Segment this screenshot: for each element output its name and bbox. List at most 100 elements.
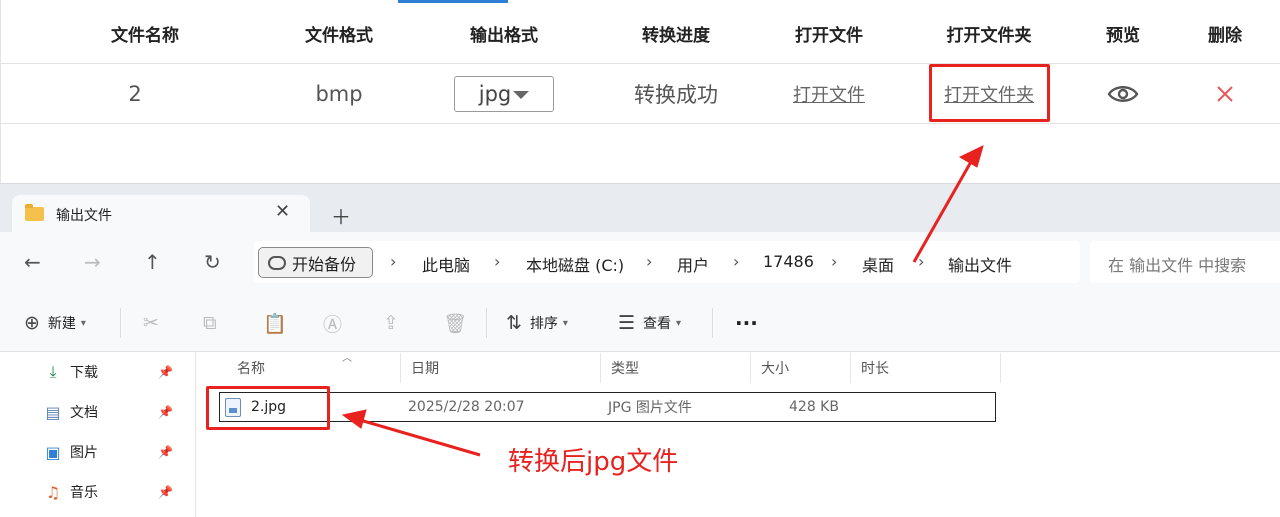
search-input[interactable]: 在 输出文件 中搜索: [1090, 241, 1280, 283]
chevron-down-icon: ▾: [80, 317, 86, 329]
open-file-cell: 打开文件: [769, 65, 889, 123]
picture-icon: ▣: [45, 442, 61, 462]
sort-label: 排序: [529, 316, 558, 332]
sidebar-item-label: 文档: [70, 405, 98, 421]
annotation-label: 转换后jpg文件: [508, 447, 679, 477]
output-format-value: jpg: [478, 82, 512, 106]
navigation-pane: ⤓ 下载 📌 ▤ 文档 📌 ▣ 图片 📌 ♫ 音乐 📌: [0, 353, 196, 517]
open-file-link[interactable]: 打开文件: [793, 81, 865, 107]
conversion-status: 转换成功: [634, 83, 718, 107]
sidebar-item-pictures[interactable]: ▣ 图片: [44, 441, 98, 463]
toolbar-divider: [486, 308, 487, 338]
delete-button[interactable]: 🗑: [443, 294, 475, 352]
search-placeholder: 在 输出文件 中搜索: [1108, 256, 1247, 275]
table-row: 2 bmp jpg 转换成功 打开文件 打开文件夹: [0, 65, 1280, 124]
file-format-cell: bmp: [315, 82, 363, 106]
breadcrumb-separator-icon: ›: [494, 252, 501, 271]
column-header-name[interactable]: ︿ 名称: [227, 353, 401, 383]
paste-button[interactable]: 📋: [263, 294, 295, 352]
breadcrumb-separator-icon: ›: [918, 252, 925, 271]
backup-label: 开始备份: [292, 254, 357, 274]
delete-cell: [1195, 65, 1255, 123]
table-row[interactable]: 2.jpg 2025/2/28 20:07 JPG 图片文件 428 KB: [219, 392, 996, 422]
pin-icon[interactable]: 📌: [158, 405, 173, 419]
start-backup-button[interactable]: 开始备份: [258, 247, 373, 278]
more-options-icon[interactable]: ···: [735, 294, 758, 352]
column-header-date[interactable]: 日期: [401, 353, 601, 383]
breadcrumb-output-folder[interactable]: 输出文件: [948, 252, 1012, 276]
chevron-down-icon: ▾: [562, 317, 568, 329]
pin-icon[interactable]: 📌: [158, 445, 173, 459]
col-header-output-format: 输出格式: [470, 26, 538, 46]
column-header-duration[interactable]: 时长: [851, 353, 1001, 383]
plus-circle-icon: ⊕: [24, 312, 40, 334]
file-list: ︿ 名称 日期 类型 大小 时长 2.jpg 2025/2/28 20:07 J…: [197, 353, 1280, 517]
pin-icon[interactable]: 📌: [158, 365, 173, 379]
view-lines-icon: ☰: [618, 312, 636, 334]
column-header-label: 大小: [761, 361, 789, 377]
cut-button[interactable]: ✂: [143, 294, 167, 352]
tab-output-folder[interactable]: 输出文件 ✕: [12, 195, 310, 233]
download-icon: ⤓: [49, 362, 57, 381]
back-arrow-icon[interactable]: ←: [24, 250, 41, 274]
sidebar-item-music[interactable]: ♫ 音乐: [44, 481, 98, 503]
breadcrumb-this-pc[interactable]: 此电脑: [422, 252, 470, 276]
col-header-preview: 预览: [1106, 26, 1140, 46]
col-header-open-file: 打开文件: [795, 26, 863, 46]
breadcrumb-desktop[interactable]: 桌面: [862, 252, 894, 276]
sort-caret-icon: ︿: [342, 353, 352, 364]
sidebar-item-documents[interactable]: ▤ 文档: [44, 401, 98, 423]
preview-cell: [1093, 65, 1153, 123]
view-button[interactable]: ☰ 查看 ▾: [618, 294, 681, 352]
col-header-filename: 文件名称: [111, 26, 179, 46]
toolbar-divider: [712, 308, 713, 338]
breadcrumb-local-disk[interactable]: 本地磁盘 (C:): [526, 252, 624, 276]
sidebar-item-label: 图片: [70, 445, 98, 461]
breadcrumb-users[interactable]: 用户: [677, 252, 709, 276]
trash-icon: 🗑: [443, 312, 468, 335]
close-tab-icon[interactable]: ✕: [275, 201, 290, 222]
rename-button[interactable]: Ⓐ: [323, 294, 350, 352]
sidebar-item-label: 音乐: [70, 485, 98, 501]
column-header-type[interactable]: 类型: [601, 353, 751, 383]
dropdown-caret-icon: [513, 91, 530, 99]
delete-x-icon[interactable]: [1216, 85, 1234, 103]
command-bar: ⊕ 新建 ▾ ✂ ⧉ 📋 Ⓐ ⇪ 🗑 ⇅ 排序 ▾ ☰ 查看 ▾ ···: [0, 294, 1280, 352]
column-header-label: 日期: [411, 361, 439, 377]
breadcrumb-separator-icon: ›: [733, 252, 740, 271]
forward-arrow-icon[interactable]: →: [84, 250, 101, 274]
share-button[interactable]: ⇪: [383, 294, 407, 352]
eye-icon[interactable]: [1107, 83, 1139, 105]
refresh-icon[interactable]: ↻: [204, 250, 221, 274]
breadcrumb-separator-icon: ›: [390, 252, 397, 271]
col-header-delete: 删除: [1208, 26, 1242, 46]
file-name-cell: 2: [128, 82, 142, 106]
new-tab-plus-icon[interactable]: ＋: [331, 201, 351, 230]
col-header-format: 文件格式: [305, 26, 373, 46]
column-header-size[interactable]: 大小: [751, 353, 851, 383]
document-icon: ▤: [45, 402, 61, 422]
breadcrumb-user[interactable]: 17486: [763, 252, 814, 271]
cloud-backup-icon: [268, 255, 286, 270]
new-button[interactable]: ⊕ 新建 ▾: [24, 294, 86, 352]
view-label: 查看: [643, 316, 672, 332]
highlight-box-output-file: [206, 386, 330, 430]
pin-icon[interactable]: 📌: [158, 485, 173, 499]
breadcrumb-separator-icon: ›: [831, 252, 838, 271]
converter-panel: 文件名称 文件格式 输出格式 转换进度 打开文件 打开文件夹 预览 删除 2 b…: [0, 0, 1280, 190]
copy-button[interactable]: ⧉: [203, 294, 225, 352]
sort-arrows-icon: ⇅: [506, 312, 522, 334]
folder-icon: [25, 204, 44, 221]
up-arrow-icon[interactable]: ↑: [144, 250, 161, 274]
screen: 文件名称 文件格式 输出格式 转换进度 打开文件 打开文件夹 预览 删除 2 b…: [0, 0, 1280, 517]
output-format-select[interactable]: jpg: [454, 76, 554, 112]
sidebar-item-label: 下载: [70, 365, 98, 381]
sidebar-item-downloads[interactable]: ⤓ 下载: [44, 361, 98, 383]
copy-icon: ⧉: [203, 312, 217, 334]
music-icon: ♫: [45, 482, 61, 502]
toolbar-divider: [120, 308, 121, 338]
col-header-open-folder: 打开文件夹: [946, 26, 1032, 46]
file-date: 2025/2/28 20:07: [408, 399, 525, 415]
column-header-label: 时长: [861, 361, 889, 377]
sort-button[interactable]: ⇅ 排序 ▾: [506, 294, 568, 352]
